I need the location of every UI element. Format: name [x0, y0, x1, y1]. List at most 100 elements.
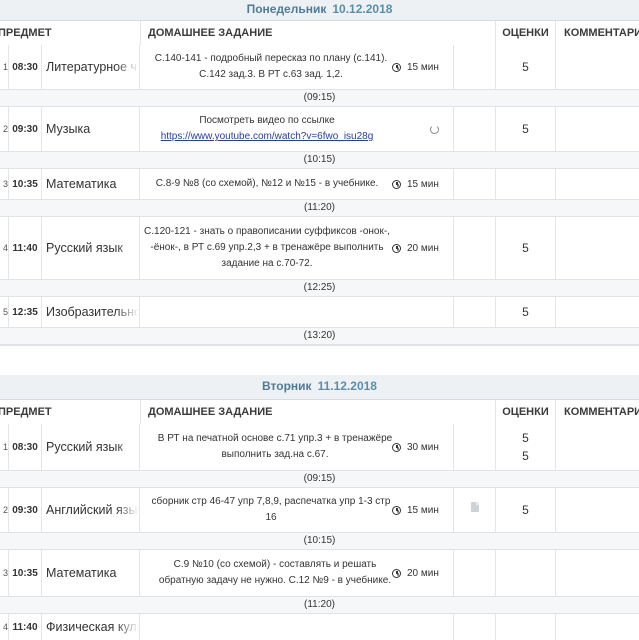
column-homework: ДОМАШНЕЕ ЗАДАНИЕ — [140, 400, 496, 424]
column-grades: ОЦЕНКИ — [496, 21, 556, 45]
clock-icon — [392, 442, 401, 452]
column-homework: ДОМАШНЕЕ ЗАДАНИЕ — [140, 21, 496, 45]
comment-cell — [556, 217, 639, 279]
comment-cell — [556, 488, 639, 532]
lesson-subject[interactable]: Математика — [42, 550, 140, 596]
homework-duration: 15 мин — [392, 488, 452, 532]
weekday-label: Понедельник — [246, 2, 327, 16]
table-header: ПРЕДМЕТ ДОМАШНЕЕ ЗАДАНИЕ ОЦЕНКИ КОММЕНТА… — [0, 20, 639, 46]
homework-text: С.140-141 - подробный пересказ по плану … — [154, 53, 388, 80]
lesson-time: 10:35 — [9, 550, 42, 596]
break-time: (09:15) — [0, 90, 639, 107]
clock-icon — [392, 62, 401, 72]
grade-cell: 5 — [496, 45, 556, 89]
lesson-number: 4 — [0, 217, 9, 279]
lesson-time: 08:30 — [9, 45, 42, 89]
date-label: 10.12.2018 — [332, 2, 393, 16]
column-comments: КОММЕНТАРИ — [564, 27, 639, 39]
attachment-cell — [454, 217, 496, 279]
attachment-cell — [454, 424, 496, 470]
video-link[interactable]: https://www.youtube.com/watch?v=6fwo_isu… — [161, 129, 374, 145]
break-time: (11:20) — [0, 200, 639, 217]
lesson-subject[interactable]: Математика — [42, 169, 140, 199]
table-row: 4 11:40 Русский язык С.120-121 - знать о… — [0, 217, 639, 280]
table-row: 1 08:30 Русский язык В РТ на печатной ос… — [0, 424, 639, 471]
table-row: 4 11:40 Физическая культура — [0, 614, 639, 640]
grade-value: 5 — [522, 122, 529, 136]
homework-cell — [140, 614, 454, 640]
column-comments: КОММЕНТАРИ — [564, 406, 639, 418]
lesson-time: 11:40 — [9, 217, 42, 279]
column-grades: ОЦЕНКИ — [496, 400, 556, 424]
lesson-number: 5 — [0, 297, 9, 327]
homework-cell: С.140-141 - подробный пересказ по плану … — [140, 45, 454, 89]
homework-duration: 20 мин — [392, 550, 452, 596]
comment-cell — [556, 169, 639, 199]
day-header-tuesday: Вторник 11.12.2018 — [0, 375, 639, 400]
homework-cell: В РТ на печатной основе с.71 упр.3 + в т… — [140, 424, 454, 470]
lesson-time: 12:35 — [9, 297, 42, 327]
refresh-icon — [430, 124, 439, 134]
homework-duration: 20 мин — [392, 217, 452, 279]
table-row: 1 08:30 Литературное чтение С.140-141 - … — [0, 45, 639, 90]
document-icon[interactable] — [470, 502, 479, 512]
lesson-number: 3 — [0, 550, 9, 596]
table-row: 2 09:30 Музыка Посмотреть видео по ссылк… — [0, 107, 639, 152]
break-time: (11:20) — [0, 597, 639, 614]
comment-cell — [556, 614, 639, 640]
column-subject: ПРЕДМЕТ — [0, 21, 141, 45]
clock-icon — [392, 179, 401, 189]
grade-cell: 5 — [496, 297, 556, 327]
grade-value: 5 — [522, 431, 529, 445]
lesson-subject[interactable]: Русский язык — [42, 424, 140, 470]
lesson-number: 1 — [0, 424, 9, 470]
lesson-time: 09:30 — [9, 488, 42, 532]
table-row: 3 10:35 Математика С.8-9 №8 (со схемой),… — [0, 169, 639, 200]
attachment-cell — [454, 45, 496, 89]
grade-value: 5 — [522, 449, 529, 463]
break-time: (10:15) — [0, 533, 639, 550]
table-header: ПРЕДМЕТ ДОМАШНЕЕ ЗАДАНИЕ ОЦЕНКИ КОММЕНТА… — [0, 399, 639, 425]
lesson-number: 2 — [0, 488, 9, 532]
column-subject: ПРЕДМЕТ — [0, 400, 141, 424]
lesson-number: 3 — [0, 169, 9, 199]
lesson-subject[interactable]: Физическая культура — [42, 614, 140, 640]
grade-cell — [496, 550, 556, 596]
homework-duration: 15 мин — [392, 45, 452, 89]
homework-cell: С.9 №10 (со схемой) - составлять и решат… — [140, 550, 454, 596]
homework-cell: Посмотреть видео по ссылке https://www.y… — [140, 107, 454, 151]
homework-duration: 15 мин — [392, 169, 452, 199]
clock-icon — [392, 243, 401, 253]
lesson-subject[interactable]: Музыка — [42, 107, 140, 151]
homework-text: С.120-121 - знать о правописании суффикс… — [144, 226, 390, 269]
attachment-cell — [454, 614, 496, 640]
table-row: 5 12:35 Изобразительное искусство 5 — [0, 297, 639, 328]
homework-text: Посмотреть видео по ссылке https://www.y… — [144, 107, 390, 151]
day-separator — [0, 345, 639, 376]
lesson-time: 11:40 — [9, 614, 42, 640]
attachment-cell — [454, 297, 496, 327]
grade-cell: 5 5 — [496, 424, 556, 470]
grade-value: 5 — [522, 60, 529, 74]
table-row: 3 10:35 Математика С.9 №10 (со схемой) -… — [0, 550, 639, 597]
table-row: 2 09:30 Английский язык сборник стр 46-4… — [0, 488, 639, 533]
attachment-cell — [454, 169, 496, 199]
lesson-subject[interactable]: Изобразительное искусство — [42, 297, 140, 327]
lesson-time: 09:30 — [9, 107, 42, 151]
comment-cell — [556, 424, 639, 470]
lesson-subject[interactable]: Русский язык — [42, 217, 140, 279]
break-time: (10:15) — [0, 152, 639, 169]
lesson-subject[interactable]: Английский язык — [42, 488, 140, 532]
homework-cell: сборник стр 46-47 упр 7,8,9, распечатка … — [140, 488, 454, 532]
grade-value: 5 — [522, 305, 529, 319]
lesson-subject[interactable]: Литературное чтение — [42, 45, 140, 89]
comment-cell — [556, 550, 639, 596]
comment-cell — [556, 45, 639, 89]
comment-cell — [556, 297, 639, 327]
lesson-time: 10:35 — [9, 169, 42, 199]
break-time: (13:20) — [0, 328, 639, 345]
day-header-monday: Понедельник 10.12.2018 — [0, 0, 639, 21]
attachment-cell[interactable] — [454, 488, 496, 532]
date-label: 11.12.2018 — [317, 379, 377, 393]
grade-cell: 5 — [496, 488, 556, 532]
